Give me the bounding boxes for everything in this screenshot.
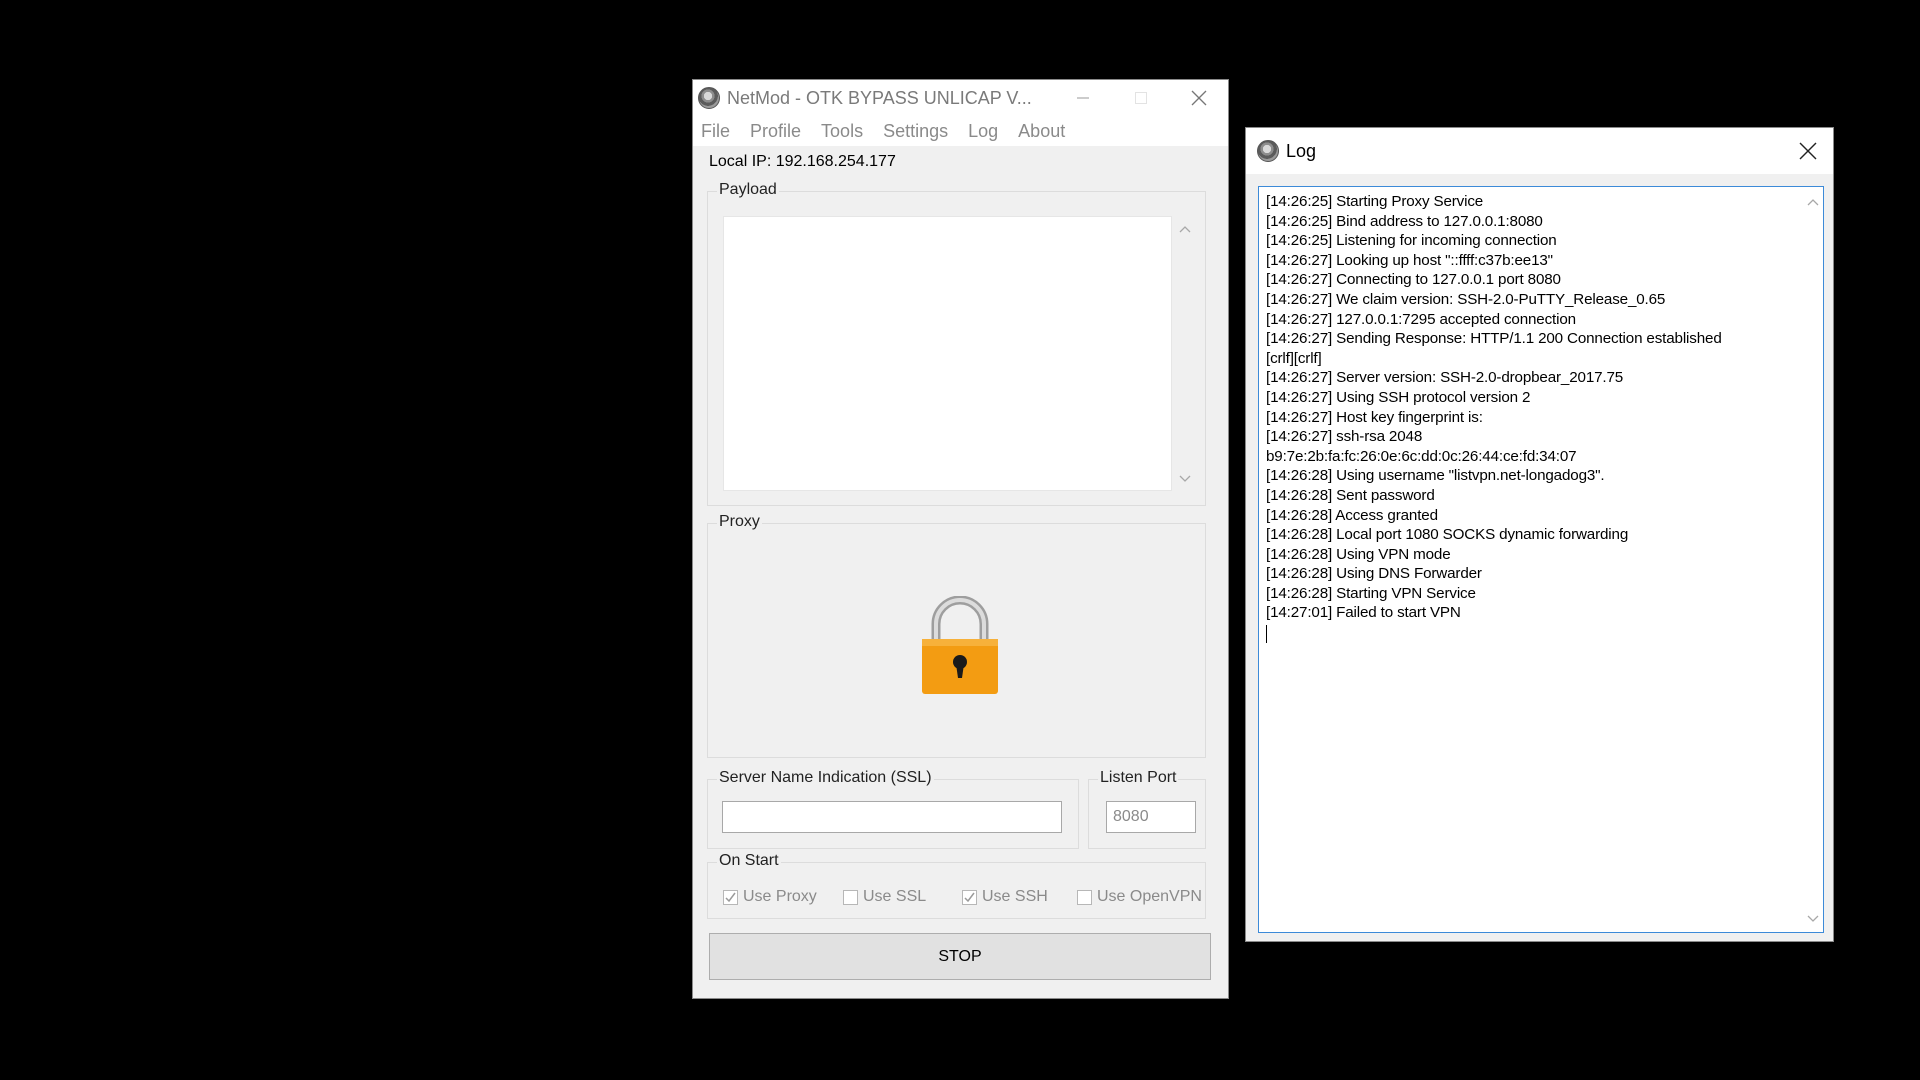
menu-log[interactable]: Log	[968, 121, 998, 142]
maximize-icon	[1135, 92, 1147, 104]
use-openvpn-label: Use OpenVPN	[1097, 888, 1202, 905]
on-start-label: On Start	[717, 852, 781, 870]
log-line: [14:26:25] Starting Proxy Service	[1266, 193, 1484, 210]
log-line: [14:26:27] Looking up host "::ffff:c37b:…	[1266, 251, 1553, 269]
use-proxy-option[interactable]: Use Proxy	[723, 888, 817, 906]
checkmark-icon	[964, 892, 975, 902]
close-icon	[1191, 90, 1207, 106]
desktop: NetMod - OTK BYPASS UNLICAP V... File Pr…	[0, 0, 1920, 1080]
log-line: [14:26:28] Sent password	[1266, 486, 1435, 504]
payload-scroll-down-button[interactable]	[1178, 472, 1192, 486]
title-bar[interactable]: NetMod - OTK BYPASS UNLICAP V...	[693, 80, 1228, 116]
chevron-up-icon	[1807, 199, 1819, 206]
sni-input[interactable]	[722, 801, 1062, 833]
log-scroll-up-button[interactable]	[1806, 195, 1820, 209]
listen-port-input[interactable]	[1106, 801, 1196, 833]
chevron-up-icon	[1179, 226, 1191, 233]
log-line: [14:26:28] Using VPN mode	[1266, 545, 1451, 563]
log-line: [14:26:28] Local port 1080 SOCKS dynamic…	[1266, 526, 1629, 544]
log-line: [14:26:28] Starting VPN Service	[1266, 584, 1476, 602]
log-app-icon	[1257, 140, 1279, 162]
close-icon	[1799, 142, 1817, 160]
proxy-label: Proxy	[717, 513, 762, 531]
minimize-icon	[1077, 97, 1089, 99]
menu-profile[interactable]: Profile	[750, 121, 801, 142]
text-caret	[1266, 625, 1267, 644]
app-icon	[698, 87, 720, 109]
menu-about[interactable]: About	[1018, 121, 1065, 142]
log-line: [14:26:27] We claim version: SSH-2.0-PuT…	[1266, 290, 1666, 308]
use-ssh-label: Use SSH	[982, 888, 1048, 905]
stop-button[interactable]: STOP	[709, 933, 1211, 980]
payload-label: Payload	[717, 181, 779, 199]
menu-tools[interactable]: Tools	[821, 121, 863, 142]
on-start-group: On Start Use Proxy Use SSL Use SSH Use O…	[707, 852, 1206, 919]
log-textarea[interactable]: [14:26:25] Starting Proxy Service [14:26…	[1258, 186, 1824, 933]
log-line: [14:26:27] Using SSH protocol version 2	[1266, 388, 1531, 406]
menu-bar: File Profile Tools Settings Log About	[693, 116, 1228, 147]
log-scroll-down-button[interactable]	[1806, 912, 1820, 926]
use-ssh-checkbox[interactable]	[962, 889, 977, 905]
use-openvpn-option[interactable]: Use OpenVPN	[1077, 888, 1202, 906]
minimize-button[interactable]	[1054, 80, 1112, 116]
chevron-down-icon	[1179, 475, 1191, 482]
log-lines: [14:26:25] Starting Proxy Service [14:26…	[1266, 192, 1796, 644]
use-ssl-label: Use SSL	[863, 888, 927, 905]
log-line: [14:26:27] ssh-rsa 2048	[1266, 428, 1423, 446]
log-line: [14:26:28] Using DNS Forwarder	[1266, 565, 1482, 583]
local-ip-label: Local IP:	[709, 153, 772, 170]
use-openvpn-checkbox[interactable]	[1077, 889, 1092, 905]
window-controls	[1054, 80, 1228, 116]
proxy-group: Proxy	[707, 513, 1206, 758]
sni-group: Server Name Indication (SSL)	[707, 769, 1079, 849]
listen-port-label: Listen Port	[1098, 769, 1179, 787]
listen-port-group: Listen Port	[1088, 769, 1206, 849]
local-ip-value: 192.168.254.177	[775, 153, 896, 170]
log-title-bar[interactable]: Log	[1246, 128, 1833, 174]
maximize-button[interactable]	[1112, 80, 1170, 116]
netmod-window: NetMod - OTK BYPASS UNLICAP V... File Pr…	[692, 79, 1229, 999]
payload-scroll-up-button[interactable]	[1178, 222, 1192, 236]
log-line: [14:26:28] Access granted	[1266, 506, 1438, 524]
payload-textarea[interactable]	[723, 216, 1172, 491]
log-line: [14:26:27] Host key fingerprint is:	[1266, 408, 1483, 426]
close-button[interactable]	[1170, 80, 1228, 116]
use-proxy-label: Use Proxy	[743, 888, 817, 905]
menu-file[interactable]: File	[701, 121, 730, 142]
log-line: [14:26:27] Connecting to 127.0.0.1 port …	[1266, 271, 1561, 289]
chevron-down-icon	[1807, 915, 1819, 922]
log-scrollbar[interactable]	[1803, 187, 1823, 932]
log-window-title: Log	[1286, 140, 1317, 161]
checkmark-icon	[725, 892, 736, 902]
log-line: [14:26:25] Listening for incoming connec…	[1266, 232, 1557, 250]
log-line: [14:26:25] Bind address to 127.0.0.1:808…	[1266, 212, 1543, 230]
use-ssl-checkbox[interactable]	[843, 889, 858, 905]
payload-group: Payload	[707, 181, 1206, 506]
log-window: Log [14:26:25] Starting Proxy Service [1…	[1245, 127, 1834, 942]
window-title: NetMod - OTK BYPASS UNLICAP V...	[727, 87, 1032, 108]
use-ssl-option[interactable]: Use SSL	[843, 888, 926, 906]
log-line: [14:27:01] Failed to start VPN	[1266, 604, 1461, 622]
log-line: [crlf][crlf]	[1266, 349, 1322, 367]
use-proxy-checkbox[interactable]	[723, 889, 738, 905]
log-line: [14:26:27] Server version: SSH-2.0-dropb…	[1266, 369, 1624, 387]
log-close-button[interactable]	[1793, 136, 1823, 166]
local-ip-row: Local IP: 192.168.254.177	[709, 153, 896, 171]
padlock-graphic	[922, 595, 998, 694]
log-line: b9:7e:2b:fa:fc:26:0e:6c:dd:0c:26:44:ce:f…	[1266, 447, 1577, 465]
log-line: [14:26:28] Using username "listvpn.net-l…	[1266, 467, 1605, 485]
log-line: [14:26:27] Sending Response: HTTP/1.1 20…	[1266, 330, 1722, 348]
use-ssh-option[interactable]: Use SSH	[962, 888, 1048, 906]
log-line: [14:26:27] 127.0.0.1:7295 accepted conne…	[1266, 310, 1576, 328]
padlock-icon[interactable]	[922, 595, 998, 696]
menu-settings[interactable]: Settings	[883, 121, 948, 142]
sni-label: Server Name Indication (SSL)	[717, 769, 934, 787]
